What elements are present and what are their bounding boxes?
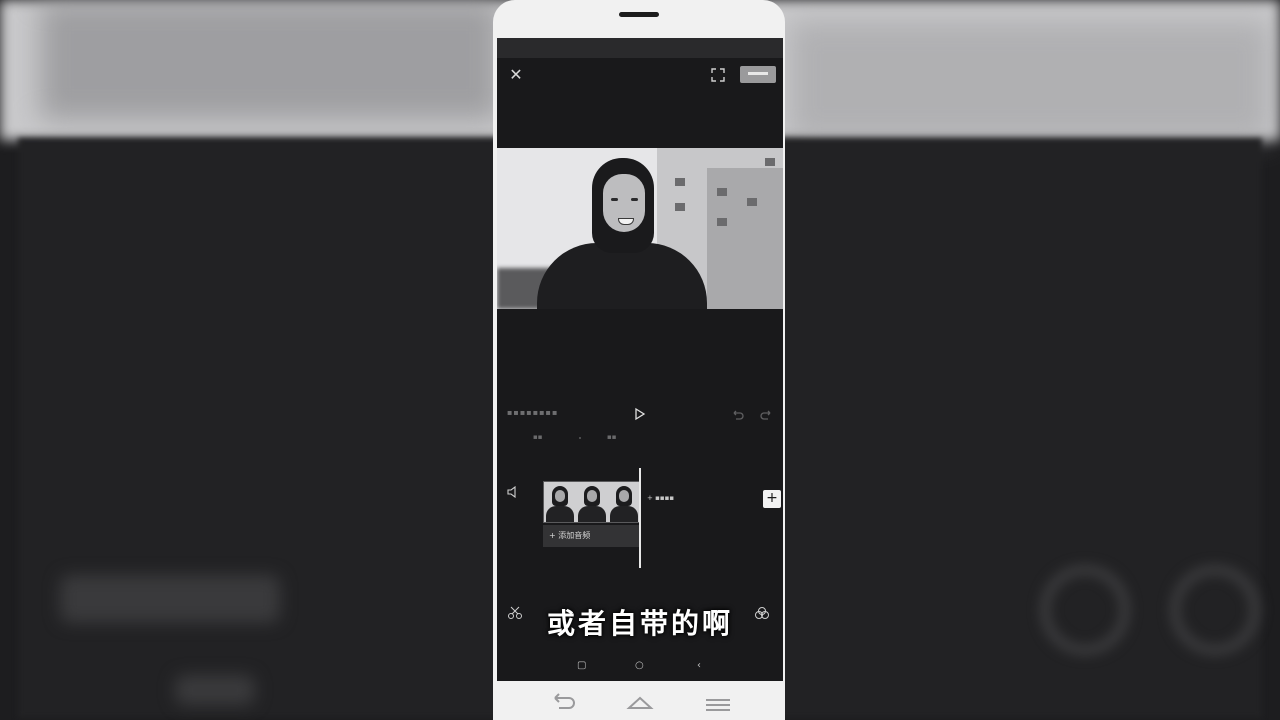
ruler-dot [579,437,581,439]
hardware-navigation-bar [493,690,785,720]
clip-thumbnail [608,482,640,522]
preview-window [717,188,727,196]
background-shape [60,575,280,623]
background-redo-icon [1170,565,1260,655]
preview-window [717,218,727,226]
fullscreen-icon[interactable] [709,66,727,84]
hardware-menu-icon[interactable] [703,690,733,718]
background-shape [790,20,1270,140]
phone-speaker [619,12,659,17]
preview-person-eye [611,198,618,201]
preview-window [675,203,685,211]
phone-frame: ✕ ▪▪▪▪▪▪▪▪ ▪▪ ▪▪ + ▪▪▪▪ + 添加音频 + 或者自带的啊 … [493,0,785,720]
play-icon[interactable] [633,406,647,421]
preview-window [765,158,775,166]
add-audio-button[interactable]: + 添加音频 [543,525,639,547]
ruler-tick: ▪▪ [533,433,543,441]
timeline-ruler: ▪▪ ▪▪ [497,431,783,445]
add-clip-button[interactable]: + [763,490,781,508]
status-bar [497,38,783,58]
soft-navigation-bar: ▢ ○ ‹ [497,656,783,681]
hardware-home-icon[interactable] [625,690,655,718]
preview-person-eye [631,198,638,201]
background-shape [40,0,500,120]
video-subtitle: 或者自带的啊 [546,607,733,640]
clip-thumbnail [576,482,608,522]
timeline-playhead[interactable] [639,468,641,568]
preview-window [747,198,757,206]
preview-window [675,178,685,186]
clip-thumbnail [544,482,576,522]
playback-bar: ▪▪▪▪▪▪▪▪ [497,398,783,430]
video-clip-track[interactable] [543,481,641,523]
background-undo-icon [1040,565,1130,655]
background-shape [175,675,255,705]
close-icon[interactable]: ✕ [507,66,525,84]
timecode-readout: ▪▪▪▪▪▪▪▪ [507,408,559,417]
back-key[interactable]: ‹ [697,660,701,671]
ruler-tick: ▪▪ [607,433,617,441]
undo-icon[interactable] [731,407,745,421]
mute-original-audio-button[interactable] [499,485,527,514]
export-button[interactable] [740,66,776,83]
editor-screen: ✕ ▪▪▪▪▪▪▪▪ ▪▪ ▪▪ + ▪▪▪▪ + 添加音频 + 或者自带的啊 … [497,38,783,681]
home-key[interactable]: ○ [635,660,644,671]
hardware-back-icon[interactable] [547,690,577,718]
add-ending-button[interactable]: + ▪▪▪▪ [647,494,674,502]
redo-icon[interactable] [759,407,773,421]
video-preview[interactable] [497,148,783,309]
recent-apps-key[interactable]: ▢ [577,660,586,671]
